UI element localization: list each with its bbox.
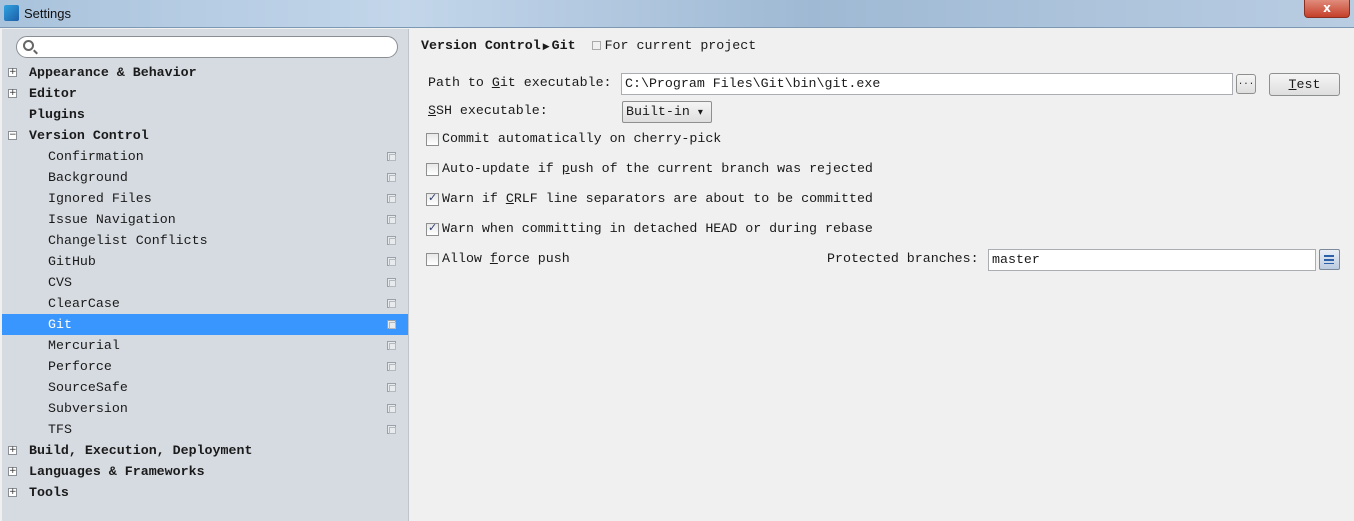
sidebar-item-label: Tools xyxy=(29,485,69,500)
breadcrumb-arrow-icon: ▶ xyxy=(542,42,550,52)
project-scope-icon xyxy=(387,152,396,161)
sidebar-item-label: SourceSafe xyxy=(48,380,128,395)
git-path-input[interactable]: C:\Program Files\Git\bin\git.exe xyxy=(621,73,1233,95)
project-scope-icon xyxy=(387,278,396,287)
close-button[interactable]: x xyxy=(1304,0,1350,18)
expand-icon[interactable]: + xyxy=(8,68,17,77)
sidebar-item-label: Plugins xyxy=(29,107,85,122)
scope-label: For current project xyxy=(604,38,757,53)
sidebar-item-clearcase[interactable]: ClearCase xyxy=(2,293,408,314)
checkbox-label[interactable]: Warn when committing in detached HEAD or… xyxy=(442,221,873,236)
sidebar-item-version-control[interactable]: − Version Control xyxy=(2,125,408,146)
sidebar-item-changelist-conflicts[interactable]: Changelist Conflicts xyxy=(2,230,408,251)
checkbox-label[interactable]: Commit automatically on cherry-pick xyxy=(442,131,721,146)
sidebar-item-label: Version Control xyxy=(29,128,149,143)
expand-icon[interactable]: + xyxy=(8,467,17,476)
sidebar-item-build-execution-deployment[interactable]: + Build, Execution, Deployment xyxy=(2,440,408,461)
browse-button[interactable]: ... xyxy=(1236,74,1256,94)
sidebar-item-label: Issue Navigation xyxy=(48,212,176,227)
sidebar-item-git[interactable]: Git xyxy=(2,314,408,335)
sidebar-item-confirmation[interactable]: Confirmation xyxy=(2,146,408,167)
project-scope-icon xyxy=(387,215,396,224)
sidebar-item-plugins[interactable]: Plugins xyxy=(2,104,408,125)
git-path-label: Path to Git executable: xyxy=(428,75,612,90)
breadcrumb: Version Control ▶ Git For current project xyxy=(421,38,756,53)
checkbox[interactable] xyxy=(426,253,439,266)
expand-icon[interactable]: + xyxy=(8,446,17,455)
sidebar-item-label: Build, Execution, Deployment xyxy=(29,443,253,458)
expand-icon[interactable]: + xyxy=(8,89,17,98)
sidebar-item-mercurial[interactable]: Mercurial xyxy=(2,335,408,356)
project-scope-icon xyxy=(387,194,396,203)
sidebar-item-label: Git xyxy=(48,317,72,332)
project-scope-icon xyxy=(387,362,396,371)
project-scope-icon xyxy=(387,404,396,413)
sidebar-item-subversion[interactable]: Subversion xyxy=(2,398,408,419)
title-bar: Settings x xyxy=(0,0,1354,28)
chevron-down-icon: ▾ xyxy=(697,107,703,118)
collapse-icon[interactable]: − xyxy=(8,131,17,140)
project-scope-icon xyxy=(387,383,396,392)
sidebar-item-github[interactable]: GitHub xyxy=(2,251,408,272)
sidebar-item-sourcesafe[interactable]: SourceSafe xyxy=(2,377,408,398)
sidebar-item-label: Appearance & Behavior xyxy=(29,65,197,80)
sidebar-item-label: Mercurial xyxy=(48,338,120,353)
sidebar-item-label: Subversion xyxy=(48,401,128,416)
sidebar-item-label: GitHub xyxy=(48,254,96,269)
sidebar-item-label: Editor xyxy=(29,86,77,101)
sidebar-item-label: Confirmation xyxy=(48,149,144,164)
search-icon xyxy=(23,40,34,51)
sidebar-item-label: Ignored Files xyxy=(48,191,152,206)
checkbox-label[interactable]: Warn if CRLF line separators are about t… xyxy=(442,191,873,206)
ssh-select[interactable]: Built-in ▾ xyxy=(622,101,712,123)
sidebar-item-perforce[interactable]: Perforce xyxy=(2,356,408,377)
checkbox-label[interactable]: Auto-update if push of the current branc… xyxy=(442,161,873,176)
checkbox[interactable] xyxy=(426,221,439,236)
sidebar-item-tfs[interactable]: TFS xyxy=(2,419,408,440)
expand-icon[interactable]: + xyxy=(8,488,17,497)
project-scope-icon xyxy=(387,257,396,266)
protected-branches-input[interactable]: master xyxy=(988,249,1316,271)
sidebar-item-label: Perforce xyxy=(48,359,112,374)
sidebar-item-label: Background xyxy=(48,170,128,185)
edit-list-icon[interactable] xyxy=(1319,249,1340,270)
project-scope-icon xyxy=(387,236,396,245)
sidebar-item-appearance-behavior[interactable]: + Appearance & Behavior xyxy=(2,62,408,83)
sidebar-item-label: TFS xyxy=(48,422,72,437)
project-scope-icon xyxy=(387,341,396,350)
sidebar-item-label: Changelist Conflicts xyxy=(48,233,208,248)
checkbox-label[interactable]: Allow force push xyxy=(442,251,570,266)
search-input[interactable] xyxy=(16,36,398,58)
checkbox[interactable] xyxy=(426,133,439,146)
protected-branches-label: Protected branches: xyxy=(827,251,979,266)
sidebar-item-languages-frameworks[interactable]: + Languages & Frameworks xyxy=(2,461,408,482)
sidebar-item-background[interactable]: Background xyxy=(2,167,408,188)
project-scope-icon xyxy=(387,320,396,329)
test-button[interactable]: Test xyxy=(1269,73,1340,96)
sidebar-item-tools[interactable]: + Tools xyxy=(2,482,408,503)
project-scope-icon xyxy=(591,41,601,50)
sidebar-item-cvs[interactable]: CVS xyxy=(2,272,408,293)
checkbox[interactable] xyxy=(426,163,439,176)
app-logo-icon xyxy=(4,5,19,21)
breadcrumb-current: Git xyxy=(551,38,576,53)
checkbox[interactable] xyxy=(426,191,439,206)
sidebar-item-label: Languages & Frameworks xyxy=(29,464,205,479)
breadcrumb-parent[interactable]: Version Control xyxy=(421,38,541,53)
settings-tree: + Appearance & Behavior + Editor Plugins − Ver… xyxy=(2,29,409,521)
project-scope-icon xyxy=(387,425,396,434)
sidebar-item-label: ClearCase xyxy=(48,296,120,311)
window-title: Settings xyxy=(24,6,71,21)
sidebar-item-label: CVS xyxy=(48,275,72,290)
git-settings-panel: Version Control ▶ Git For current project P… xyxy=(410,29,1354,521)
project-scope-icon xyxy=(387,173,396,182)
sidebar-item-ignored-files[interactable]: Ignored Files xyxy=(2,188,408,209)
project-scope-icon xyxy=(387,299,396,308)
sidebar-item-editor[interactable]: + Editor xyxy=(2,83,408,104)
ssh-label: SSH executable: xyxy=(428,103,548,118)
sidebar-item-issue-navigation[interactable]: Issue Navigation xyxy=(2,209,408,230)
